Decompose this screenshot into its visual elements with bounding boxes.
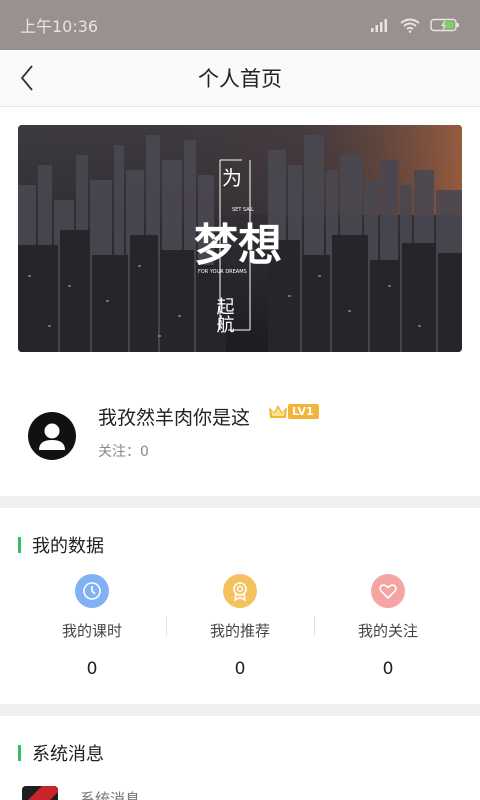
- status-time: 上午10:36: [20, 17, 99, 36]
- clock-icon: [75, 574, 109, 608]
- banner-image[interactable]: 为 SET SAIL 梦想 FOR YOUR DREAMS 起航: [18, 125, 462, 352]
- banner-top-char: 为: [222, 166, 242, 190]
- stat-label: 我的课时: [61, 622, 122, 640]
- system-message-card: 系统消息 系统消息: [0, 716, 480, 800]
- section-title: 我的数据: [32, 536, 104, 557]
- message-thumbnail: [22, 786, 58, 800]
- crown-icon: [269, 405, 287, 418]
- stat-value: 0: [86, 659, 98, 679]
- message-title: 系统消息: [80, 790, 141, 800]
- nav-bar: 个人首页: [0, 50, 480, 107]
- chevron-left-icon: [20, 65, 33, 91]
- user-name: 我孜然羊肉你是这: [98, 407, 251, 429]
- stat-label: 我的推荐: [209, 622, 270, 640]
- level-badge: LV1: [268, 403, 319, 420]
- banner-bottom-chars: 起航: [214, 297, 235, 333]
- profile-card: 为 SET SAIL 梦想 FOR YOUR DREAMS 起航 我孜然羊肉你是…: [0, 107, 480, 496]
- section-accent-bar: [18, 537, 21, 553]
- avatar[interactable]: [28, 412, 76, 460]
- page-title: 个人首页: [198, 67, 282, 91]
- back-button[interactable]: [12, 63, 42, 93]
- section-title: 系统消息: [32, 744, 104, 765]
- section-header: 系统消息: [18, 740, 104, 766]
- stat-recommend[interactable]: 我的推荐 0: [166, 574, 314, 684]
- battery-icon: [430, 18, 459, 32]
- my-data-card: 我的数据 我的课时 0 我的推荐 0 我的关注 0: [0, 508, 480, 704]
- banner-en-bottom: FOR YOUR DREAMS: [198, 269, 247, 275]
- banner-en-top: SET SAIL: [232, 207, 254, 213]
- banner-main-text: 梦想: [194, 220, 282, 271]
- banner-cityscape: 为 SET SAIL 梦想 FOR YOUR DREAMS 起航: [18, 125, 462, 352]
- stats-row: 我的课时 0 我的推荐 0 我的关注 0: [18, 574, 462, 684]
- level-text: LV1: [288, 404, 319, 419]
- message-item[interactable]: 系统消息: [22, 786, 140, 800]
- heart-icon: [371, 574, 405, 608]
- section-header: 我的数据: [18, 532, 104, 558]
- section-accent-bar: [18, 745, 21, 761]
- stat-class-hours[interactable]: 我的课时 0: [18, 574, 166, 684]
- stat-label: 我的关注: [357, 622, 418, 640]
- signal-icon: [371, 19, 387, 32]
- status-bar: 上午10:36: [0, 0, 480, 50]
- status-icons: [370, 18, 460, 33]
- stat-value: 0: [382, 659, 394, 679]
- medal-icon: [223, 574, 257, 608]
- stat-value: 0: [234, 659, 246, 679]
- stat-follow[interactable]: 我的关注 0: [314, 574, 462, 684]
- wifi-icon: [400, 18, 420, 33]
- follow-count[interactable]: 关注：0: [98, 441, 149, 461]
- user-icon: [39, 423, 65, 450]
